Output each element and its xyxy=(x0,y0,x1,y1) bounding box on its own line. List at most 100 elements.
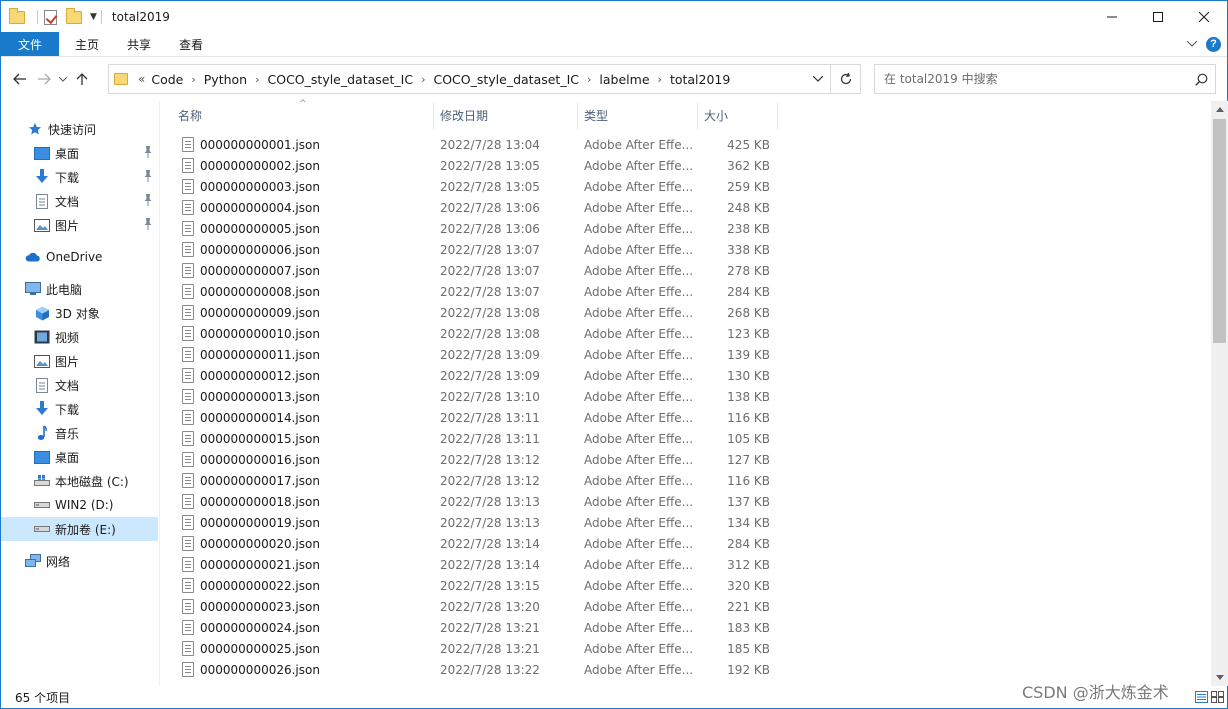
nav-item-this-pc[interactable]: 此电脑 xyxy=(1,277,158,301)
nav-item-desktop-pc[interactable]: 桌面 xyxy=(1,445,158,469)
close-button[interactable] xyxy=(1181,1,1227,32)
tab-share[interactable]: 共享 xyxy=(113,32,165,56)
file-row[interactable]: 000000000008.json 2022/7/28 13:07 Adobe Af… xyxy=(161,281,781,302)
file-row[interactable]: 000000000020.json 2022/7/28 13:14 Adobe Af… xyxy=(161,533,781,554)
column-resize-handle[interactable] xyxy=(433,103,434,129)
minimize-button[interactable] xyxy=(1089,1,1135,32)
up-button[interactable] xyxy=(70,67,94,91)
column-resize-handle[interactable] xyxy=(697,103,698,129)
pin-icon[interactable] xyxy=(142,217,154,231)
nav-item-videos[interactable]: 视频 xyxy=(1,325,158,349)
search-box[interactable] xyxy=(874,64,1216,94)
file-row[interactable]: 000000000015.json 2022/7/28 13:11 Adobe Af… xyxy=(161,428,781,449)
details-view-icon[interactable] xyxy=(1193,689,1209,705)
file-row[interactable]: 000000000004.json 2022/7/28 13:06 Adobe Af… xyxy=(161,197,781,218)
file-row[interactable]: 000000000016.json 2022/7/28 13:12 Adobe Af… xyxy=(161,449,781,470)
breadcrumb-item[interactable]: Python xyxy=(200,72,251,87)
scrollbar-thumb[interactable] xyxy=(1213,119,1226,343)
nav-item-drive-e[interactable]: 新加卷 (E:) xyxy=(1,517,158,541)
file-row[interactable]: 000000000013.json 2022/7/28 13:10 Adobe Af… xyxy=(161,386,781,407)
nav-item-pictures[interactable]: 图片 xyxy=(1,213,158,237)
column-resize-handle[interactable] xyxy=(577,103,578,129)
nav-item-documents-pc[interactable]: 文档 xyxy=(1,373,158,397)
column-header-date[interactable]: 修改日期 xyxy=(440,102,578,129)
file-row[interactable]: 000000000001.json 2022/7/28 13:04 Adobe Af… xyxy=(161,134,781,155)
scroll-up-button[interactable] xyxy=(1211,101,1228,118)
file-row[interactable]: 000000000026.json 2022/7/28 13:22 Adobe Af… xyxy=(161,659,781,680)
file-row[interactable]: 000000000014.json 2022/7/28 13:11 Adobe Af… xyxy=(161,407,781,428)
nav-item-drive-d[interactable]: WIN2 (D:) xyxy=(1,493,158,517)
search-input[interactable] xyxy=(884,72,1184,86)
chevron-right-icon[interactable]: › xyxy=(251,73,263,86)
nav-item-downloads[interactable]: 下载 xyxy=(1,165,158,189)
pane-divider[interactable] xyxy=(159,101,160,686)
file-row[interactable]: 000000000007.json 2022/7/28 13:07 Adobe Af… xyxy=(161,260,781,281)
column-header-type[interactable]: 类型 xyxy=(584,102,696,129)
nav-item-quick-access[interactable]: 快速访问 xyxy=(1,117,158,141)
breadcrumb-item-current[interactable]: total2019 xyxy=(666,72,734,87)
file-row[interactable]: 000000000017.json 2022/7/28 13:12 Adobe Af… xyxy=(161,470,781,491)
recent-locations-button[interactable] xyxy=(56,67,70,91)
address-history-button[interactable] xyxy=(807,65,829,93)
pin-icon[interactable] xyxy=(142,145,154,159)
tab-home[interactable]: 主页 xyxy=(61,32,113,56)
nav-item-desktop[interactable]: 桌面 xyxy=(1,141,158,165)
file-row[interactable]: 000000000021.json 2022/7/28 13:14 Adobe Af… xyxy=(161,554,781,575)
tab-file[interactable]: 文件 xyxy=(1,32,59,56)
nav-item-pictures-pc[interactable]: 图片 xyxy=(1,349,158,373)
nav-item-network[interactable]: 网络 xyxy=(1,549,158,573)
file-row[interactable]: 000000000006.json 2022/7/28 13:07 Adobe Af… xyxy=(161,239,781,260)
file-row[interactable]: 000000000002.json 2022/7/28 13:05 Adobe Af… xyxy=(161,155,781,176)
chevron-right-icon[interactable]: › xyxy=(417,73,429,86)
column-header-size[interactable]: 大小 xyxy=(704,102,774,129)
nav-item-3d-objects[interactable]: 3D 对象 xyxy=(1,301,158,325)
file-row[interactable]: 000000000022.json 2022/7/28 13:15 Adobe Af… xyxy=(161,575,781,596)
file-row[interactable]: 000000000009.json 2022/7/28 13:08 Adobe Af… xyxy=(161,302,781,323)
file-row[interactable]: 000000000023.json 2022/7/28 13:20 Adobe Af… xyxy=(161,596,781,617)
file-row[interactable]: 000000000024.json 2022/7/28 13:21 Adobe Af… xyxy=(161,617,781,638)
maximize-button[interactable] xyxy=(1135,1,1181,32)
properties-icon[interactable] xyxy=(44,9,60,25)
customize-toolbar-icon[interactable]: ▼ xyxy=(90,12,97,22)
breadcrumb-item[interactable]: COCO_style_dataset_IC xyxy=(264,72,418,87)
help-icon[interactable]: ? xyxy=(1206,36,1221,52)
refresh-button[interactable] xyxy=(830,65,860,93)
vertical-scrollbar[interactable] xyxy=(1211,101,1228,686)
nav-item-documents[interactable]: 文档 xyxy=(1,189,158,213)
nav-item-music[interactable]: 音乐 xyxy=(1,421,158,445)
breadcrumb-item[interactable]: Code xyxy=(147,72,187,87)
chevron-right-icon[interactable]: › xyxy=(654,73,666,86)
column-resize-handle[interactable] xyxy=(777,103,778,129)
tab-view[interactable]: 查看 xyxy=(165,32,217,56)
search-icon[interactable] xyxy=(1193,71,1209,87)
file-row[interactable]: 000000000025.json 2022/7/28 13:21 Adobe Af… xyxy=(161,638,781,659)
column-header-name[interactable]: 名称 xyxy=(178,102,433,129)
scroll-down-button[interactable] xyxy=(1211,669,1228,686)
expand-ribbon-button[interactable] xyxy=(1184,36,1200,52)
pin-icon[interactable] xyxy=(142,193,154,207)
chevron-right-icon[interactable]: › xyxy=(187,73,199,86)
file-row[interactable]: 000000000019.json 2022/7/28 13:13 Adobe Af… xyxy=(161,512,781,533)
back-button[interactable] xyxy=(8,67,32,91)
file-row[interactable]: 000000000012.json 2022/7/28 13:09 Adobe Af… xyxy=(161,365,781,386)
file-row[interactable]: 000000000018.json 2022/7/28 13:13 Adobe Af… xyxy=(161,491,781,512)
file-row[interactable]: 000000000010.json 2022/7/28 13:08 Adobe Af… xyxy=(161,323,781,344)
breadcrumb-item[interactable]: COCO_style_dataset_IC xyxy=(429,72,583,87)
pin-icon[interactable] xyxy=(142,169,154,183)
large-icons-view-icon[interactable] xyxy=(1209,689,1225,705)
file-size: 338 KB xyxy=(727,242,770,257)
nav-item-drive-c[interactable]: 本地磁盘 (C:) xyxy=(1,469,158,493)
chevron-right-icon[interactable]: › xyxy=(583,73,595,86)
nav-item-downloads-pc[interactable]: 下载 xyxy=(1,397,158,421)
file-row[interactable]: 000000000005.json 2022/7/28 13:06 Adobe Af… xyxy=(161,218,781,239)
file-type: Adobe After Effe... xyxy=(584,599,692,614)
address-bar[interactable]: « Code › Python › COCO_style_dataset_IC … xyxy=(108,64,861,94)
breadcrumb-item[interactable]: labelme xyxy=(595,72,653,87)
file-row[interactable]: 000000000003.json 2022/7/28 13:05 Adobe Af… xyxy=(161,176,781,197)
file-list[interactable]: 000000000001.json 2022/7/28 13:04 Adobe Af… xyxy=(161,134,1211,685)
new-folder-icon[interactable] xyxy=(66,7,82,25)
breadcrumb-overflow[interactable]: « xyxy=(134,72,147,86)
forward-button[interactable] xyxy=(32,67,56,91)
file-row[interactable]: 000000000011.json 2022/7/28 13:09 Adobe Af… xyxy=(161,344,781,365)
nav-item-onedrive[interactable]: OneDrive xyxy=(1,245,158,269)
